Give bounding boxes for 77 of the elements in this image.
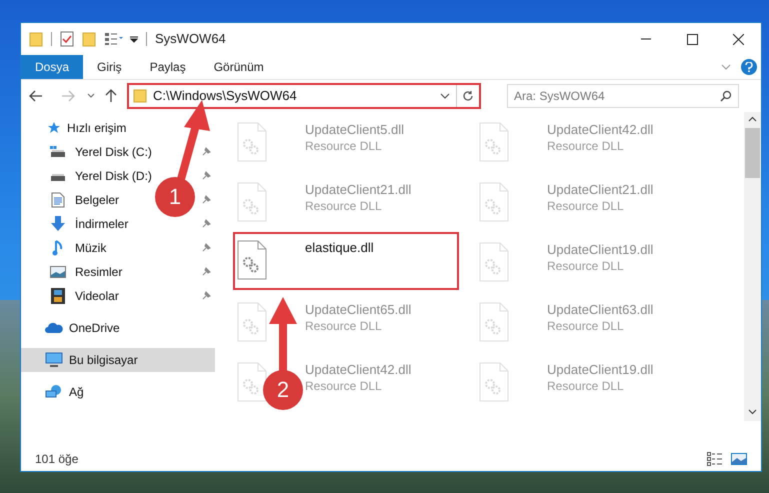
music-note-icon: [52, 240, 64, 256]
pin-icon[interactable]: [201, 147, 211, 157]
folder-icon: [133, 89, 147, 103]
dll-file-icon: [479, 362, 509, 402]
search-field[interactable]: Ara: SysWOW64: [507, 84, 739, 108]
network-icon: [45, 384, 63, 400]
picture-icon: [50, 265, 66, 279]
nav-item[interactable]: İndirmeler: [75, 215, 128, 233]
nav-item[interactable]: Hızlı erişim: [67, 119, 126, 137]
ribbon-tab[interactable]: Görünüm: [200, 55, 278, 79]
pin-icon[interactable]: [201, 171, 211, 181]
nav-item[interactable]: Belgeler: [75, 191, 120, 209]
file-type: Resource DLL: [305, 198, 383, 214]
pin-icon[interactable]: [201, 243, 211, 253]
dll-file-icon: [237, 362, 267, 402]
file-type: Resource DLL: [305, 138, 383, 154]
window-title: SysWOW64: [155, 30, 226, 48]
drive-icon: [50, 146, 66, 158]
refresh-icon[interactable]: [462, 90, 474, 102]
monitor-icon: [45, 352, 63, 368]
dll-file-icon: [237, 240, 267, 280]
nav-item[interactable]: Ağ: [21, 380, 215, 404]
nav-item[interactable]: Müzik: [75, 239, 106, 257]
cloud-icon: [45, 322, 63, 334]
file-type: Resource DLL: [305, 318, 383, 334]
nav-item[interactable]: Resimler: [75, 263, 122, 281]
dll-file-icon: [237, 302, 267, 342]
scrollbar[interactable]: [744, 112, 761, 421]
nav-item[interactable]: Yerel Disk (C:): [75, 143, 152, 161]
chevron-down-icon[interactable]: [87, 93, 95, 99]
file-type: Resource DLL: [305, 378, 383, 394]
details-view-icon[interactable]: [707, 452, 723, 466]
ribbon-tab[interactable]: Paylaş: [136, 55, 200, 79]
chevron-up-icon[interactable]: [748, 116, 757, 122]
maximize-icon: [686, 34, 698, 44]
dll-file-icon: [479, 182, 509, 222]
pin-icon[interactable]: [201, 219, 211, 229]
file-name[interactable]: elastique.dll: [305, 240, 374, 256]
star-icon: [47, 121, 61, 135]
file-type: Resource DLL: [547, 138, 625, 154]
item-count: 101 öğe: [35, 451, 78, 468]
pin-icon[interactable]: [201, 195, 211, 205]
file-type: Resource DLL: [547, 198, 625, 214]
properties-icon[interactable]: [60, 31, 74, 47]
nav-item[interactable]: Videolar: [75, 287, 119, 305]
ribbon-tab[interactable]: Dosya: [21, 55, 84, 79]
annotation-number: 1: [168, 183, 182, 211]
dll-file-icon: [479, 302, 509, 342]
scrollbar-thumb[interactable]: [745, 128, 760, 178]
list-view-icon[interactable]: [104, 32, 124, 46]
dll-file-icon: [237, 182, 267, 222]
close-icon: [732, 34, 744, 44]
ribbon-tab[interactable]: Giriş: [83, 55, 136, 79]
chevron-down-icon[interactable]: [748, 409, 757, 415]
file-type: Resource DLL: [547, 318, 625, 334]
address-bar[interactable]: C:\Windows\SysWOW64: [127, 83, 481, 109]
nav-item[interactable]: Bu bilgisayar: [21, 348, 215, 372]
pin-icon[interactable]: [201, 267, 211, 277]
back-arrow-icon[interactable]: [29, 90, 43, 102]
help-icon[interactable]: [741, 59, 757, 75]
film-icon: [51, 288, 65, 304]
file-type: Resource DLL: [547, 378, 625, 394]
dll-file-icon: [479, 242, 509, 282]
chevron-down-icon[interactable]: [440, 93, 450, 99]
file-type: Resource DLL: [547, 258, 625, 274]
nav-item[interactable]: OneDrive: [21, 316, 215, 340]
nav-item[interactable]: Yerel Disk (D:): [75, 167, 152, 185]
down-arrow-icon: [50, 216, 66, 232]
dll-file-icon: [479, 122, 509, 162]
dll-file-icon: [237, 122, 267, 162]
tiles-view-icon[interactable]: [731, 452, 747, 466]
document-icon: [51, 192, 65, 208]
annotation-number: 2: [276, 376, 290, 404]
dropdown-icon[interactable]: [130, 35, 138, 43]
pin-icon[interactable]: [201, 291, 211, 301]
search-icon: [720, 90, 732, 102]
up-arrow-icon[interactable]: [105, 89, 117, 103]
